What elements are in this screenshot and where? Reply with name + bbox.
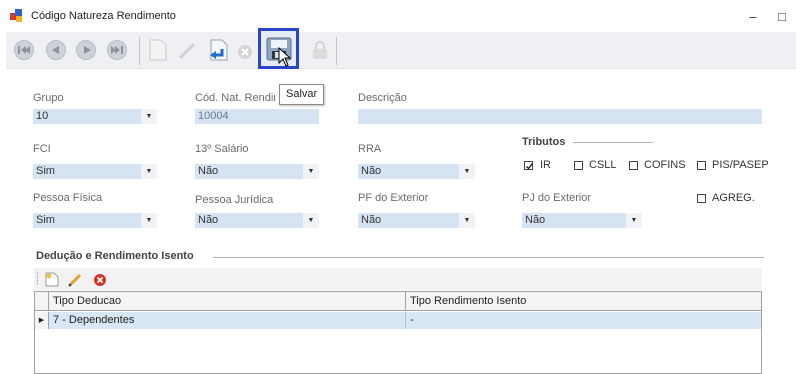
cancel-icon [238,45,252,59]
first-record-button[interactable] [12,38,36,62]
chevron-down-icon: ▼ [626,213,642,228]
minimize-button[interactable]: ‒ [743,8,763,26]
ir-checkbox[interactable] [524,161,534,170]
cell-tipo-deducao[interactable]: 7 - Dependentes [49,312,406,329]
fci-value: Sim [36,165,55,177]
grid-edit-icon[interactable] [68,272,83,287]
mouse-cursor-icon [278,47,292,67]
fci-label: FCI [33,143,51,155]
decimo-terceiro-select[interactable]: Não ▼ [195,164,319,179]
app-icon [10,9,22,22]
column-header-tipo-deducao[interactable]: Tipo Deducao [49,292,406,310]
lock-icon [313,41,327,59]
edit-icon [178,42,196,60]
chevron-down-icon: ▼ [303,213,319,228]
pessoa-juridica-value: Não [198,214,219,226]
pf-exterior-label: PF do Exterior [358,192,429,204]
new-button[interactable] [146,38,170,62]
edit-button[interactable] [176,38,200,62]
pis-pasep-checkbox[interactable] [697,161,706,170]
fci-select[interactable]: Sim ▼ [33,164,157,179]
cofins-label: COFINS [644,159,686,171]
chevron-down-icon: ▼ [141,213,157,228]
previous-record-button[interactable] [44,38,68,62]
ir-label: IR [540,159,551,171]
new-icon [149,39,167,61]
agreg-checkbox[interactable] [697,194,706,203]
pj-exterior-label: PJ do Exterior [522,192,592,204]
pessoa-fisica-select[interactable]: Sim ▼ [33,213,157,228]
chevron-down-icon: ▼ [141,164,157,179]
undo-button[interactable] [206,38,230,62]
pj-exterior-value: Não [525,214,546,226]
cell-tipo-rendimento[interactable]: - [406,312,761,329]
maximize-button[interactable]: □ [772,8,792,26]
chevron-down-icon: ▼ [303,164,319,179]
pis-pasep-label: PIS/PASEP [712,159,769,171]
deducao-title: Dedução e Rendimento Isento [36,250,194,262]
pf-exterior-select[interactable]: Não ▼ [358,213,475,228]
chevron-down-icon: ▼ [141,109,157,124]
tributos-divider [573,142,653,143]
pessoa-juridica-select[interactable]: Não ▼ [195,213,319,228]
save-tooltip: Salvar [279,84,325,105]
cancel-button[interactable] [234,38,258,62]
grid-toolbar [34,268,762,290]
descricao-label: Descrição [358,92,407,104]
grupo-select[interactable]: 10 ▼ [33,109,157,124]
grupo-value: 10 [36,110,49,122]
check-icon [526,163,534,170]
descricao-field[interactable] [358,109,762,124]
grid-new-icon[interactable] [45,272,59,287]
pj-exterior-select[interactable]: Não ▼ [522,213,642,228]
agreg-label: AGREG. [712,192,755,204]
deducao-divider [213,257,764,258]
rra-value: Não [361,165,382,177]
toolbar-separator [139,37,140,65]
cod-nat-label: Cód. Nat. Rendim [195,92,275,104]
decimo-terceiro-value: Não [198,165,219,177]
pessoa-fisica-label: Pessoa Física [33,192,103,204]
window-title: Código Natureza Rendimento [31,10,176,22]
grid-delete-icon[interactable] [93,273,107,287]
csll-label: CSLL [589,159,617,171]
lock-button[interactable] [308,38,332,62]
last-record-button[interactable] [105,38,129,62]
save-button[interactable] [258,28,299,69]
cofins-checkbox[interactable] [629,161,638,170]
csll-checkbox[interactable] [574,161,583,170]
decimo-terceiro-label: 13º Salário [195,143,249,155]
row-selector-icon[interactable]: ▶ [35,312,49,329]
chevron-down-icon: ▼ [459,164,475,179]
chevron-down-icon: ▼ [459,213,475,228]
pessoa-fisica-value: Sim [36,214,55,226]
grid-toolbar-grip [37,272,40,285]
undo-icon [210,39,228,61]
toolbar-separator [336,37,337,65]
column-header-tipo-rendimento[interactable]: Tipo Rendimento Isento [406,292,761,310]
cod-nat-field[interactable]: 10004 [195,109,319,124]
grid-header-corner [35,292,49,310]
next-record-button[interactable] [74,38,98,62]
rra-label: RRA [358,143,382,155]
grupo-label: Grupo [33,92,64,104]
pessoa-juridica-label: Pessoa Jurídica [195,194,274,206]
rra-select[interactable]: Não ▼ [358,164,475,179]
tributos-title: Tributos [522,136,566,148]
pf-exterior-value: Não [361,214,382,226]
